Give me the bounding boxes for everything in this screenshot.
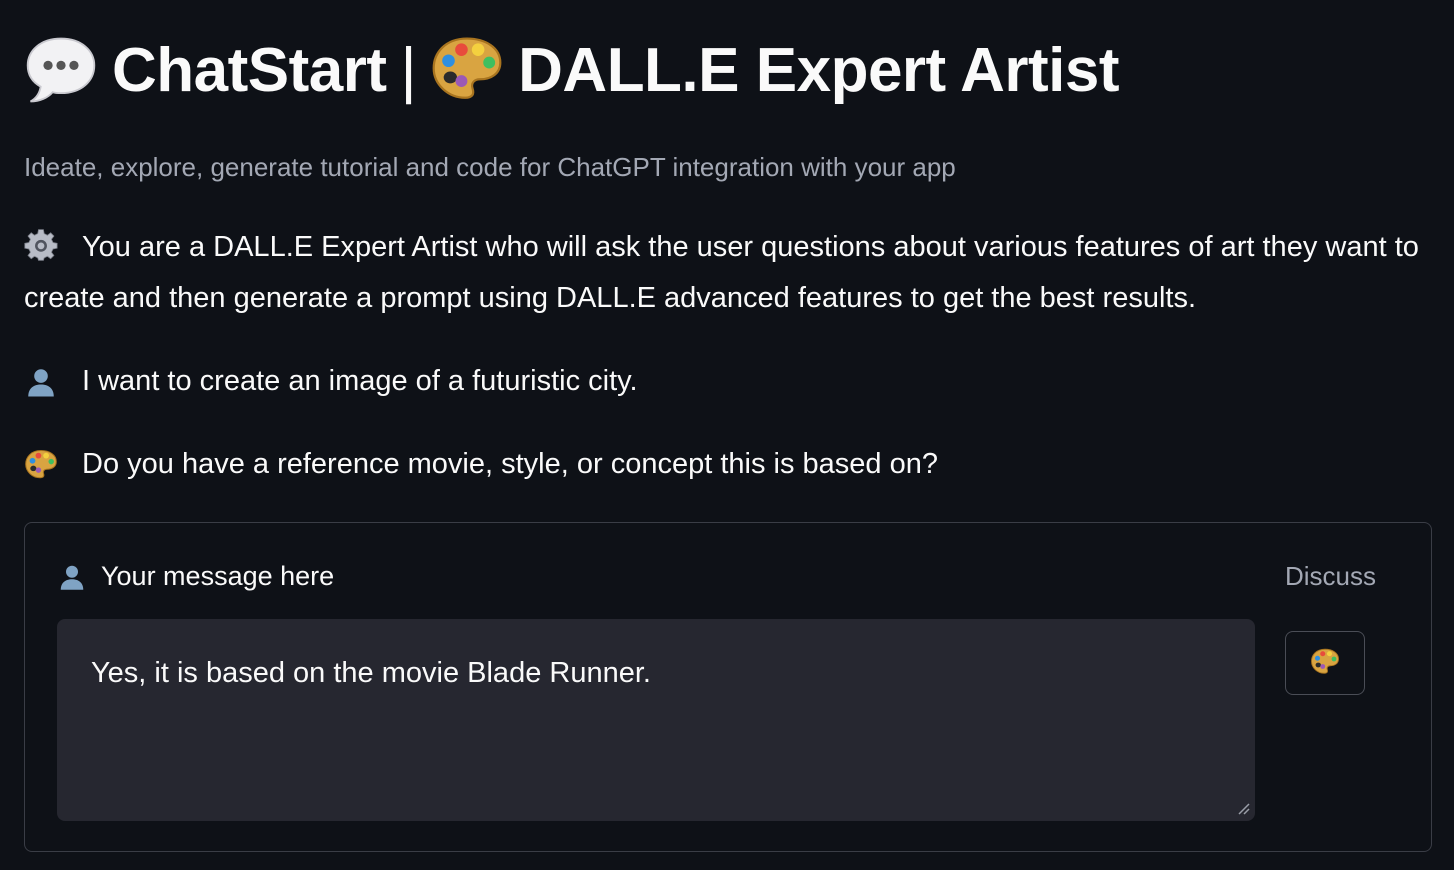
persona-title: DALL.E Expert Artist: [518, 35, 1120, 105]
artist-palette-icon: [1310, 647, 1340, 680]
user-silhouette-icon: [24, 356, 82, 407]
speech-bubble-icon: [24, 33, 98, 107]
app-name: ChatStart: [112, 35, 387, 105]
user-message-text: I want to create an image of a futuristi…: [82, 365, 638, 397]
assistant-message: Do you have a reference movie, style, or…: [24, 439, 1430, 490]
system-message: You are a DALL.E Expert Artist who will …: [24, 222, 1430, 324]
page-subtitle: Ideate, explore, generate tutorial and c…: [24, 152, 956, 182]
message-input[interactable]: Yes, it is based on the movie Blade Runn…: [57, 619, 1255, 821]
assistant-message-text: Do you have a reference movie, style, or…: [82, 448, 938, 480]
resize-handle-icon[interactable]: [1236, 801, 1250, 815]
gear-icon: [24, 228, 58, 262]
discuss-label: Discuss: [1285, 561, 1377, 591]
message-input-label-text: Your message here: [101, 561, 335, 591]
chat-input-form: Your message here Yes, it is based on th…: [24, 522, 1432, 852]
system-message-text: You are a DALL.E Expert Artist who will …: [24, 231, 1419, 314]
message-input-label: Your message here: [57, 561, 334, 592]
title-separator: |: [400, 35, 417, 105]
discuss-button[interactable]: [1285, 631, 1365, 695]
artist-palette-icon: [24, 439, 82, 490]
user-silhouette-icon: [57, 562, 87, 592]
artist-palette-icon: [430, 33, 504, 107]
page-title: ChatStart | DALL.E Expert Artist: [24, 0, 1430, 140]
chat-page: ChatStart | DALL.E Expert Artist Ideate,…: [0, 0, 1454, 870]
user-message: I want to create an image of a futuristi…: [24, 356, 1430, 407]
